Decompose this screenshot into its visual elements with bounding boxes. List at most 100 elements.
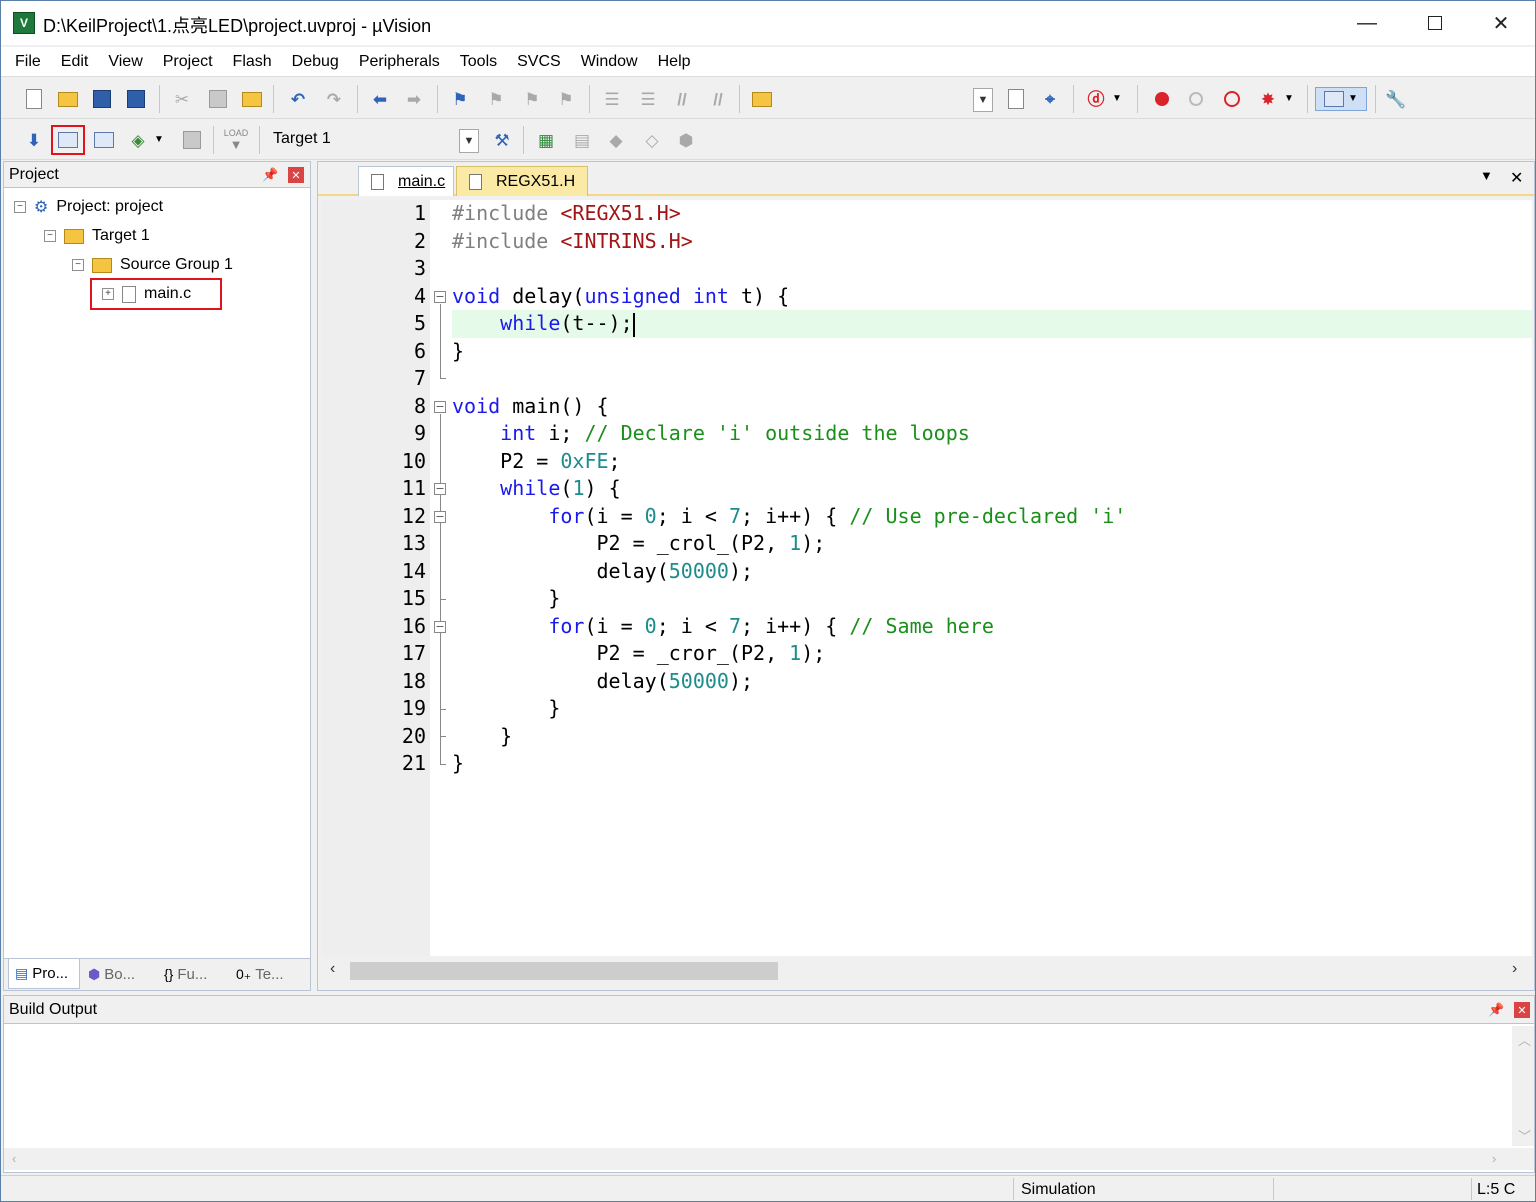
collapse-icon[interactable]: − [14, 201, 26, 213]
prev-bookmark-button[interactable]: ⚑ [483, 87, 509, 111]
scroll-left-icon[interactable]: ‹ [12, 1151, 16, 1166]
find-in-files-button[interactable] [749, 87, 775, 111]
insert-breakpoint-button[interactable] [1149, 87, 1175, 111]
find-dropdown-button[interactable]: ▼ [973, 88, 993, 112]
cut-button[interactable]: ✂ [169, 87, 195, 111]
tab-list-dropdown-icon[interactable]: ▼ [1480, 168, 1493, 183]
fold-toggle-icon[interactable]: − [434, 483, 446, 495]
kill-breakpoints-icon: ✸ [1260, 89, 1276, 109]
menu-svcs[interactable]: SVCS [507, 47, 571, 77]
build-button[interactable] [55, 128, 81, 152]
code-editor[interactable]: 1 2 3 4 5 6 7 8 9 10 11 12 13 14 15 16 17 18 19 20 21 − − − … [322, 200, 1532, 956]
rebuild-button[interactable] [91, 128, 117, 152]
tree-item-source-group[interactable]: − Source Group 1 [72, 252, 233, 278]
disable-breakpoint-button[interactable] [1183, 87, 1209, 111]
scroll-up-icon[interactable]: ︿ [1518, 1030, 1531, 1049]
pack-installer-button[interactable]: ◇ [639, 128, 665, 152]
pin-icon[interactable]: 📌 [1488, 1002, 1504, 1018]
scroll-left-icon[interactable]: ‹ [330, 960, 335, 978]
scroll-right-icon[interactable]: › [1512, 960, 1517, 978]
open-file-button[interactable] [55, 87, 81, 111]
scroll-right-icon[interactable]: › [1492, 1151, 1496, 1166]
batch-build-button[interactable]: ◈ [125, 128, 151, 152]
download-button[interactable]: LOAD ▼ [223, 128, 249, 152]
menu-file[interactable]: File [5, 47, 51, 77]
stop-build-button[interactable] [179, 128, 205, 152]
indent-button[interactable]: ☰ [599, 87, 625, 111]
batch-dropdown-button[interactable]: ▼ [151, 128, 167, 152]
menu-view[interactable]: View [98, 47, 152, 77]
menu-project[interactable]: Project [153, 47, 223, 77]
translate-button[interactable]: ⬇ [21, 128, 47, 152]
select-pack-button[interactable]: ◆ [603, 128, 629, 152]
target-dropdown-button[interactable]: ▼ [459, 129, 479, 153]
tab-functions[interactable]: {} Fu... [160, 959, 228, 989]
pin-icon[interactable]: 📌 [262, 167, 278, 183]
save-all-button[interactable] [123, 87, 149, 111]
target-select-value[interactable]: Target 1 [273, 130, 331, 148]
redo-button[interactable]: ↷ [321, 87, 347, 111]
menu-window[interactable]: Window [571, 47, 648, 77]
close-tab-icon[interactable]: ✕ [1510, 168, 1523, 188]
menu-edit[interactable]: Edit [51, 47, 99, 77]
incremental-find-button[interactable]: ⌖ [1037, 87, 1063, 111]
expand-icon[interactable]: + [102, 288, 114, 300]
tab-project[interactable]: ▤ Pro... [8, 959, 80, 989]
window-layout-button[interactable]: ▼ [1315, 87, 1367, 111]
breakpoint-dropdown-button[interactable]: ▼ [1281, 87, 1297, 111]
tree-item-target[interactable]: − Target 1 [44, 223, 150, 249]
manage-project-items-button[interactable]: ▦ [533, 128, 559, 152]
tab-books[interactable]: ⬢ Bo... [84, 959, 154, 989]
fold-toggle-icon[interactable]: − [434, 621, 446, 633]
panel-close-button[interactable]: ✕ [1514, 1002, 1530, 1018]
debug-session-button[interactable]: ⓓ [1083, 87, 1109, 111]
maximize-button[interactable] [1401, 1, 1469, 45]
new-file-button[interactable] [21, 87, 47, 111]
navigate-forward-button[interactable]: ➡ [401, 87, 427, 111]
uncomment-button[interactable]: // [705, 87, 731, 111]
build-output-vertical-scrollbar[interactable]: ︿ ﹀ [1512, 1026, 1534, 1146]
save-button[interactable] [89, 87, 115, 111]
configure-button[interactable]: 🔧 [1383, 87, 1409, 111]
menu-tools[interactable]: Tools [450, 47, 507, 77]
menu-help[interactable]: Help [648, 47, 701, 77]
tree-item-main-c[interactable]: + main.c [102, 281, 191, 307]
menu-flash[interactable]: Flash [223, 47, 282, 77]
menu-peripherals[interactable]: Peripherals [349, 47, 450, 77]
tab-main-c[interactable]: main.c [358, 166, 454, 196]
fold-toggle-icon[interactable]: − [434, 511, 446, 523]
menu-debug[interactable]: Debug [282, 47, 349, 77]
disable-all-breakpoints-button[interactable] [1219, 87, 1245, 111]
target-options-button[interactable]: ⚒ [489, 128, 515, 152]
editor-horizontal-scrollbar[interactable]: ‹ › [322, 958, 1532, 984]
unindent-button[interactable]: ☰ [635, 87, 661, 111]
insert-bookmark-button[interactable]: ⚑ [447, 87, 473, 111]
undo-button[interactable]: ↶ [285, 87, 311, 111]
close-button[interactable]: ✕ [1467, 1, 1535, 45]
bookmark-flag-icon: ⚑ [452, 89, 468, 109]
collapse-icon[interactable]: − [72, 259, 84, 271]
line-number: 11 [401, 476, 426, 500]
collapse-icon[interactable]: − [44, 230, 56, 242]
scrollbar-thumb[interactable] [350, 962, 778, 980]
fold-toggle-icon[interactable]: − [434, 291, 446, 303]
build-output-horizontal-scrollbar[interactable]: ‹ › [4, 1148, 1534, 1170]
tab-templates[interactable]: 0₊ Te... [232, 959, 302, 989]
tab-regx51-h[interactable]: REGX51.H [456, 166, 588, 196]
panel-close-button[interactable]: ✕ [288, 167, 304, 183]
navigate-back-button[interactable]: ⬅ [367, 87, 393, 111]
scroll-down-icon[interactable]: ﹀ [1518, 1126, 1531, 1145]
kill-all-breakpoints-button[interactable]: ✸ [1255, 87, 1281, 111]
paste-button[interactable] [239, 87, 265, 111]
manage-environment-button[interactable]: ▤ [569, 128, 595, 152]
next-bookmark-button[interactable]: ⚑ [519, 87, 545, 111]
fold-toggle-icon[interactable]: − [434, 401, 446, 413]
tree-item-project[interactable]: − ⚙ Project: project [14, 194, 163, 220]
copy-button[interactable] [205, 87, 231, 111]
clear-bookmarks-button[interactable]: ⚑ [553, 87, 579, 111]
debug-dropdown-button[interactable]: ▼ [1109, 87, 1125, 111]
minimize-button[interactable]: — [1333, 1, 1401, 45]
comment-button[interactable]: // [669, 87, 695, 111]
find-button[interactable] [1003, 87, 1029, 111]
manage-rte-button[interactable]: ⬢ [673, 128, 699, 152]
